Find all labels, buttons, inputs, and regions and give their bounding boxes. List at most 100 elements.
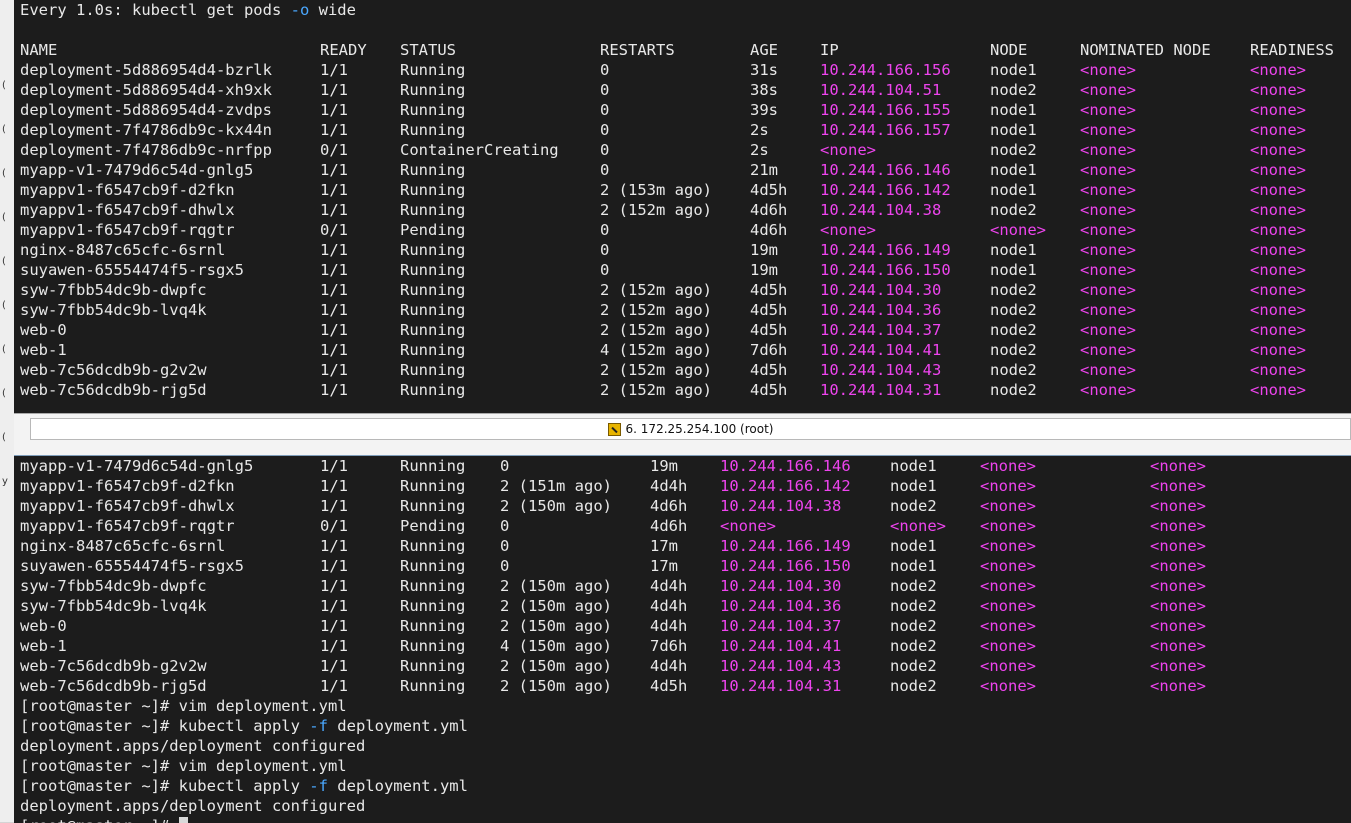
cell-age: 31s bbox=[750, 61, 778, 79]
cell-nominated-node: <none> bbox=[980, 477, 1036, 495]
pod-row: myappv1-f6547cb9f-d2fkn 1/1 Running 2 (151m… bbox=[14, 476, 1351, 496]
cell-age: 4d5h bbox=[750, 321, 788, 339]
command-args: deployment.yml bbox=[327, 717, 468, 735]
pod-row: web-7c56dcdb9b-g2v2w 1/1 Running 2 (150m ag… bbox=[14, 656, 1351, 676]
pods-table-bottom: myapp-v1-7479d6c54d-gnlg5 1/1 Running 0 19m 1… bbox=[14, 456, 1351, 696]
cell-restarts: 2 (152m ago) bbox=[600, 321, 712, 339]
pod-row: deployment-5d886954d4-zvdps 1/1 Running 0 39… bbox=[14, 100, 1351, 120]
cell-status: Running bbox=[400, 381, 466, 399]
cell-ready: 1/1 bbox=[320, 677, 348, 695]
cell-node: node1 bbox=[990, 61, 1037, 79]
cell-status: Running bbox=[400, 557, 466, 575]
shell-prompt: [root@master ~]# bbox=[20, 717, 179, 735]
pod-row: web-7c56dcdb9b-rjg5d 1/1 Running 2 (152m ag… bbox=[14, 380, 1351, 400]
cell-name: suyawen-65554474f5-rsgx5 bbox=[20, 557, 244, 575]
pod-row: suyawen-65554474f5-rsgx5 1/1 Running 0 19m 10… bbox=[14, 260, 1351, 280]
command-flag: -f bbox=[309, 717, 328, 735]
cell-age: 2s bbox=[750, 141, 769, 159]
pod-row: deployment-7f4786db9c-kx44n 1/1 Running 0 2s… bbox=[14, 120, 1351, 140]
cell-ip: 10.244.166.142 bbox=[720, 477, 851, 495]
cell-status: Running bbox=[400, 597, 466, 615]
cell-name: syw-7fbb54dc9b-dwpfc bbox=[20, 577, 207, 595]
cell-node: node1 bbox=[990, 241, 1037, 259]
cell-age: 2s bbox=[750, 121, 769, 139]
cell-ready: 1/1 bbox=[320, 497, 348, 515]
watch-terminal-pane[interactable]: Every 1.0s: kubectl get pods -o wide NAM… bbox=[14, 0, 1351, 413]
command-text: vim deployment.yml bbox=[178, 757, 347, 775]
cell-nominated-node: <none> bbox=[1080, 221, 1136, 239]
cell-ip: 10.244.104.38 bbox=[720, 497, 842, 515]
cell-readiness: <none> bbox=[1150, 577, 1206, 595]
cell-ready: 1/1 bbox=[320, 301, 348, 319]
cell-age: 17m bbox=[650, 537, 678, 555]
cell-ip: 10.244.104.31 bbox=[720, 677, 842, 695]
cell-age: 19m bbox=[750, 261, 778, 279]
cell-age: 19m bbox=[750, 241, 778, 259]
column-header-restarts: RESTARTS bbox=[600, 41, 675, 59]
cell-restarts: 0 bbox=[500, 457, 510, 475]
cell-status: Running bbox=[400, 281, 466, 299]
cell-nominated-node: <none> bbox=[1080, 341, 1136, 359]
cell-node: node2 bbox=[990, 281, 1037, 299]
edge-glyph: ( bbox=[2, 80, 6, 91]
cell-nominated-node: <none> bbox=[980, 657, 1036, 675]
cell-nominated-node: <none> bbox=[980, 537, 1036, 555]
cell-name: web-1 bbox=[20, 341, 67, 359]
cell-status: Running bbox=[400, 657, 466, 675]
pod-row: myappv1-f6547cb9f-dhwlx 1/1 Running 2 (150m… bbox=[14, 496, 1351, 516]
cell-nominated-node: <none> bbox=[1080, 381, 1136, 399]
cell-ip: <none> bbox=[820, 221, 876, 239]
cell-node: node1 bbox=[990, 181, 1037, 199]
cell-nominated-node: <none> bbox=[1080, 281, 1136, 299]
cell-status: Running bbox=[400, 617, 466, 635]
cell-restarts: 2 (150m ago) bbox=[500, 597, 612, 615]
shell-terminal-pane[interactable]: myapp-v1-7479d6c54d-gnlg5 1/1 Running 0 19m 1… bbox=[14, 455, 1351, 823]
column-header-age: AGE bbox=[750, 41, 778, 59]
cell-nominated-node: <none> bbox=[1080, 161, 1136, 179]
session-tab[interactable]: 6. 172.25.254.100 (root) bbox=[30, 418, 1351, 440]
cell-ip: 10.244.104.43 bbox=[720, 657, 842, 675]
cell-ready: 1/1 bbox=[320, 557, 348, 575]
watch-header: Every 1.0s: kubectl get pods -o wide bbox=[14, 0, 1351, 20]
cell-node: node1 bbox=[990, 121, 1037, 139]
cell-age: 4d5h bbox=[750, 381, 788, 399]
cell-restarts: 2 (150m ago) bbox=[500, 577, 612, 595]
cell-name: web-0 bbox=[20, 321, 67, 339]
cell-ip: 10.244.104.43 bbox=[820, 361, 942, 379]
pod-row: deployment-7f4786db9c-nrfpp 0/1 ContainerC… bbox=[14, 140, 1351, 160]
cell-status: Running bbox=[400, 457, 466, 475]
cell-ready: 1/1 bbox=[320, 261, 348, 279]
pod-row: web-7c56dcdb9b-rjg5d 1/1 Running 2 (150m ag… bbox=[14, 676, 1351, 696]
edge-glyph: ( bbox=[2, 124, 6, 135]
cell-readiness: <none> bbox=[1250, 261, 1306, 279]
cell-status: Running bbox=[400, 577, 466, 595]
cell-restarts: 0 bbox=[600, 61, 610, 79]
cell-node: node2 bbox=[990, 81, 1037, 99]
cell-nominated-node: <none> bbox=[1080, 181, 1136, 199]
cell-restarts: 2 (152m ago) bbox=[600, 301, 712, 319]
watch-flag: -o bbox=[290, 1, 310, 19]
cell-name: myappv1-f6547cb9f-dhwlx bbox=[20, 201, 235, 219]
cell-node: node1 bbox=[990, 261, 1037, 279]
cell-age: 4d4h bbox=[650, 577, 688, 595]
cell-readiness: <none> bbox=[1250, 201, 1306, 219]
edge-glyph: ( bbox=[2, 300, 6, 311]
cell-ready: 1/1 bbox=[320, 341, 348, 359]
cell-node: node2 bbox=[890, 497, 937, 515]
cell-name: myappv1-f6547cb9f-d2fkn bbox=[20, 181, 235, 199]
cell-readiness: <none> bbox=[1150, 477, 1206, 495]
edge-glyph: ( bbox=[2, 168, 6, 179]
pod-row: myappv1-f6547cb9f-dhwlx 1/1 Running 2 (152m… bbox=[14, 200, 1351, 220]
pod-row: syw-7fbb54dc9b-dwpfc 1/1 Running 2 (150m ag… bbox=[14, 576, 1351, 596]
cell-ready: 1/1 bbox=[320, 637, 348, 655]
cell-restarts: 2 (152m ago) bbox=[600, 381, 712, 399]
cell-nominated-node: <none> bbox=[1080, 141, 1136, 159]
command-output: deployment.apps/deployment configured bbox=[14, 736, 1351, 756]
cell-age: 4d5h bbox=[650, 677, 688, 695]
cell-ready: 1/1 bbox=[320, 321, 348, 339]
cell-restarts: 4 (150m ago) bbox=[500, 637, 612, 655]
pod-row: myapp-v1-7479d6c54d-gnlg5 1/1 Running 0 19m 1… bbox=[14, 456, 1351, 476]
cell-status: Running bbox=[400, 341, 466, 359]
left-window-edge: (((((((((y bbox=[0, 0, 15, 822]
cell-ip: 10.244.104.31 bbox=[820, 381, 942, 399]
